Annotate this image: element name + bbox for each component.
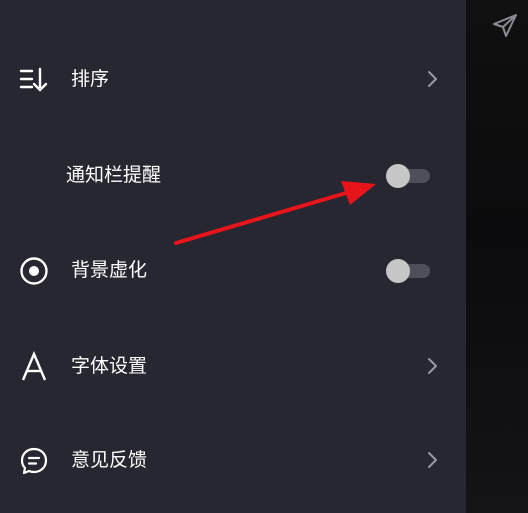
feedback-label: 意见反馈 [71,449,148,471]
chevron-right-icon [428,452,437,468]
background-content [466,0,528,513]
chevron-right-icon [428,358,437,374]
menu-item-sort[interactable]: 排序 [0,49,466,109]
sort-descending-icon [19,67,48,92]
notification-reminder-label: 通知栏提醒 [66,164,162,186]
radio-target-icon [20,257,48,285]
menu-item-notification-reminder: 通知栏提醒 [0,145,466,205]
background-blur-label: 背景虚化 [71,259,148,281]
menu-item-feedback[interactable]: 意见反馈 [0,430,466,490]
background-blur-toggle[interactable] [386,259,432,283]
app-screen: 排序 通知栏提醒 背景虚化 字体设置 意见反馈 [0,0,528,513]
side-drawer: 排序 通知栏提醒 背景虚化 字体设置 意见反馈 [0,0,466,513]
sort-label: 排序 [71,68,110,90]
font-letter-a-icon [21,351,47,381]
menu-item-background-blur: 背景虚化 [0,240,466,300]
toggle-knob [386,164,410,188]
chevron-right-icon [428,71,437,87]
chat-bubble-icon [20,447,48,475]
notification-reminder-toggle[interactable] [386,164,432,188]
menu-item-font-settings[interactable]: 字体设置 [0,336,466,396]
font-settings-label: 字体设置 [71,355,148,377]
toggle-knob [386,259,410,283]
send-paper-plane-icon[interactable] [491,12,519,40]
